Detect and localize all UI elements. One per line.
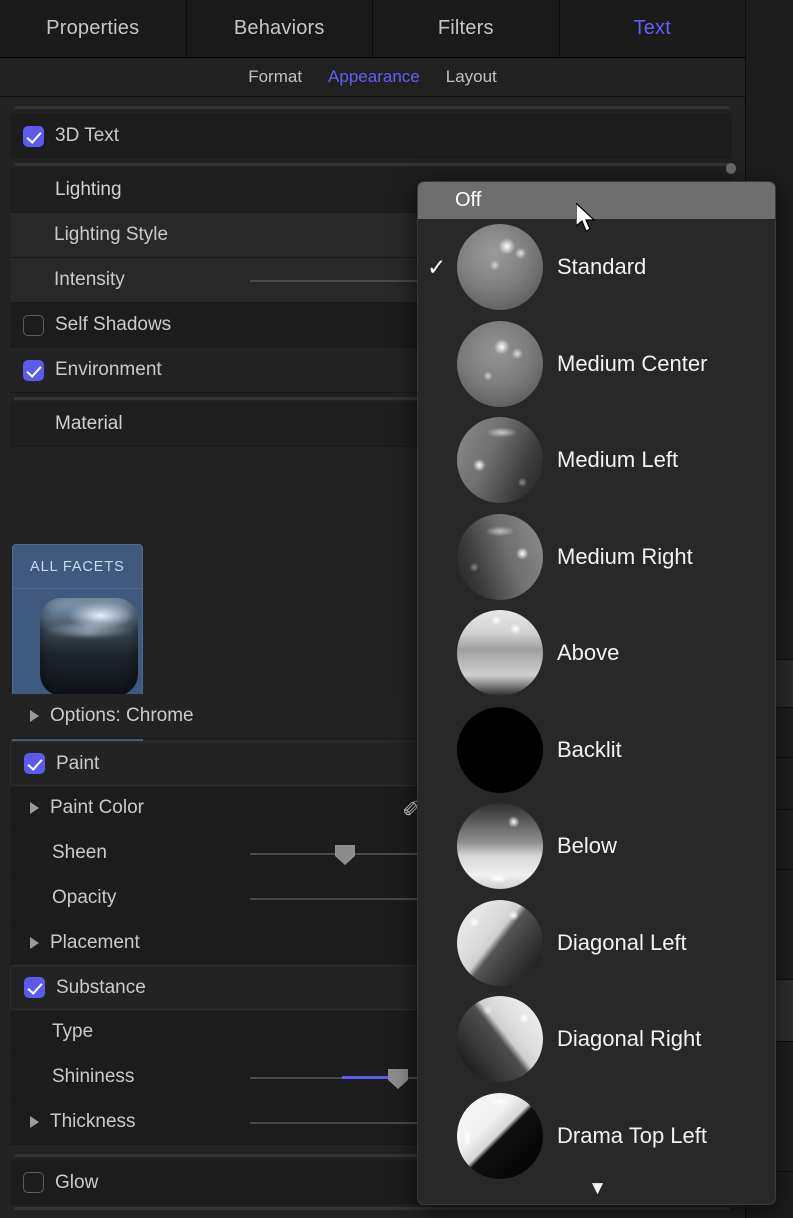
menu-item-medium-left[interactable]: Medium Left bbox=[418, 412, 775, 509]
tab-text-label: Text bbox=[634, 17, 671, 40]
menu-item-label: Below bbox=[557, 833, 617, 859]
text-subtab-bar: Format Appearance Layout bbox=[0, 58, 745, 97]
slider-sheen[interactable] bbox=[250, 843, 440, 865]
tab-behaviors-label: Behaviors bbox=[234, 17, 325, 40]
divider-bottom bbox=[14, 1207, 730, 1210]
menu-item-label: Diagonal Left bbox=[557, 930, 687, 956]
disclosure-triangle-icon[interactable] bbox=[30, 1116, 39, 1128]
label-intensity: Intensity bbox=[54, 269, 125, 291]
label-placement: Placement bbox=[50, 932, 140, 954]
subtab-format[interactable]: Format bbox=[248, 67, 302, 87]
slider-opacity[interactable] bbox=[250, 888, 440, 910]
tab-text[interactable]: Text bbox=[560, 0, 746, 57]
label-options-chrome: Options: Chrome bbox=[50, 705, 194, 727]
menu-item-medium-center[interactable]: Medium Center bbox=[418, 316, 775, 413]
lighting-preview-sphere-standard bbox=[457, 224, 543, 310]
checkbox-glow[interactable] bbox=[23, 1172, 44, 1193]
menu-item-diagonal-left[interactable]: Diagonal Left bbox=[418, 895, 775, 992]
lighting-preview-sphere-above bbox=[457, 610, 543, 696]
menu-item-label: Medium Left bbox=[557, 447, 678, 473]
label-substance: Substance bbox=[56, 977, 146, 999]
lighting-style-popup-menu[interactable]: Off ✓ Standard Medium Center Medium Left Med… bbox=[417, 181, 776, 1205]
app-window: ⌕ ✎ m n Properties Behaviors Filters Tex… bbox=[0, 0, 793, 1218]
label-environment: Environment bbox=[55, 359, 162, 381]
menu-item-checkmark-icon: ✓ bbox=[427, 256, 446, 279]
slider-thickness[interactable] bbox=[250, 1112, 440, 1134]
menu-item-diagonal-right[interactable]: Diagonal Right bbox=[418, 991, 775, 1088]
slider-intensity[interactable] bbox=[250, 270, 440, 292]
label-thickness: Thickness bbox=[50, 1111, 136, 1133]
slider-track bbox=[250, 280, 440, 282]
label-paint-color: Paint Color bbox=[50, 797, 144, 819]
inspector-tab-bar: Properties Behaviors Filters Text bbox=[0, 0, 745, 58]
menu-item-off-label: Off bbox=[455, 189, 481, 212]
slider-shininess[interactable] bbox=[250, 1067, 440, 1089]
label-material: Material bbox=[55, 413, 123, 435]
material-thumbnail-chrome[interactable] bbox=[40, 598, 138, 696]
tab-properties[interactable]: Properties bbox=[0, 0, 187, 57]
lighting-preview-sphere-below bbox=[457, 803, 543, 889]
checkbox-3d-text[interactable] bbox=[23, 126, 44, 147]
menu-item-label: Medium Center bbox=[557, 351, 707, 377]
checkbox-environment[interactable] bbox=[23, 360, 44, 381]
slider-knob[interactable] bbox=[335, 845, 355, 865]
menu-item-label: Drama Top Left bbox=[557, 1123, 707, 1149]
lighting-preview-sphere-drama-top-left bbox=[457, 1093, 543, 1179]
tab-filters[interactable]: Filters bbox=[373, 0, 560, 57]
tab-properties-label: Properties bbox=[46, 17, 139, 40]
menu-item-medium-right[interactable]: Medium Right bbox=[418, 509, 775, 606]
menu-item-label: Diagonal Right bbox=[557, 1026, 701, 1052]
menu-item-label: Above bbox=[557, 640, 619, 666]
label-lighting: Lighting bbox=[55, 179, 122, 201]
lighting-preview-sphere-diagonal-left bbox=[457, 900, 543, 986]
divider-lighting bbox=[14, 163, 730, 166]
mouse-cursor bbox=[576, 203, 598, 235]
label-sheen: Sheen bbox=[52, 842, 107, 864]
divider-top bbox=[14, 106, 730, 109]
lighting-preview-sphere-medium-center bbox=[457, 321, 543, 407]
lighting-preview-sphere-medium-right bbox=[457, 514, 543, 600]
scroll-down-arrow-icon[interactable]: ▼ bbox=[418, 1179, 776, 1198]
menu-item-drama-top-left[interactable]: Drama Top Left bbox=[418, 1088, 775, 1185]
label-paint: Paint bbox=[56, 753, 99, 775]
menu-item-label: Backlit bbox=[557, 737, 622, 763]
lighting-preview-sphere-medium-left bbox=[457, 417, 543, 503]
menu-item-below[interactable]: Below bbox=[418, 798, 775, 895]
subtab-appearance[interactable]: Appearance bbox=[328, 67, 420, 87]
menu-item-label: Standard bbox=[557, 254, 646, 280]
disclosure-triangle-icon[interactable] bbox=[30, 710, 39, 722]
menu-item-backlit[interactable]: Backlit bbox=[418, 702, 775, 799]
label-self-shadows: Self Shadows bbox=[55, 314, 171, 336]
label-glow: Glow bbox=[55, 1172, 98, 1194]
checkbox-self-shadows[interactable] bbox=[23, 315, 44, 336]
checkbox-substance[interactable] bbox=[24, 977, 45, 998]
label-lighting-style: Lighting Style bbox=[54, 224, 168, 246]
menu-item-list: ✓ Standard Medium Center Medium Left Medium … bbox=[418, 219, 775, 1184]
label-opacity: Opacity bbox=[52, 887, 116, 909]
disclosure-triangle-icon[interactable] bbox=[30, 802, 39, 814]
lighting-preview-sphere-diagonal-right bbox=[457, 996, 543, 1082]
slider-knob[interactable] bbox=[388, 1069, 408, 1089]
label-shininess: Shininess bbox=[52, 1066, 134, 1088]
material-facet-label: ALL FACETS bbox=[13, 545, 142, 589]
checkbox-paint[interactable] bbox=[24, 753, 45, 774]
menu-item-label: Medium Right bbox=[557, 544, 693, 570]
subtab-layout[interactable]: Layout bbox=[446, 67, 497, 87]
lighting-preview-sphere-backlit bbox=[457, 707, 543, 793]
menu-item-above[interactable]: Above bbox=[418, 605, 775, 702]
row-3d-text[interactable]: 3D Text bbox=[10, 113, 732, 159]
vertical-scrollbar-thumb[interactable] bbox=[726, 163, 736, 174]
tab-behaviors[interactable]: Behaviors bbox=[187, 0, 374, 57]
disclosure-triangle-icon[interactable] bbox=[30, 937, 39, 949]
slider-track bbox=[250, 898, 440, 900]
label-3d-text: 3D Text bbox=[55, 125, 119, 147]
tab-filters-label: Filters bbox=[438, 17, 494, 40]
slider-track bbox=[250, 1122, 440, 1124]
label-type: Type bbox=[52, 1021, 93, 1043]
